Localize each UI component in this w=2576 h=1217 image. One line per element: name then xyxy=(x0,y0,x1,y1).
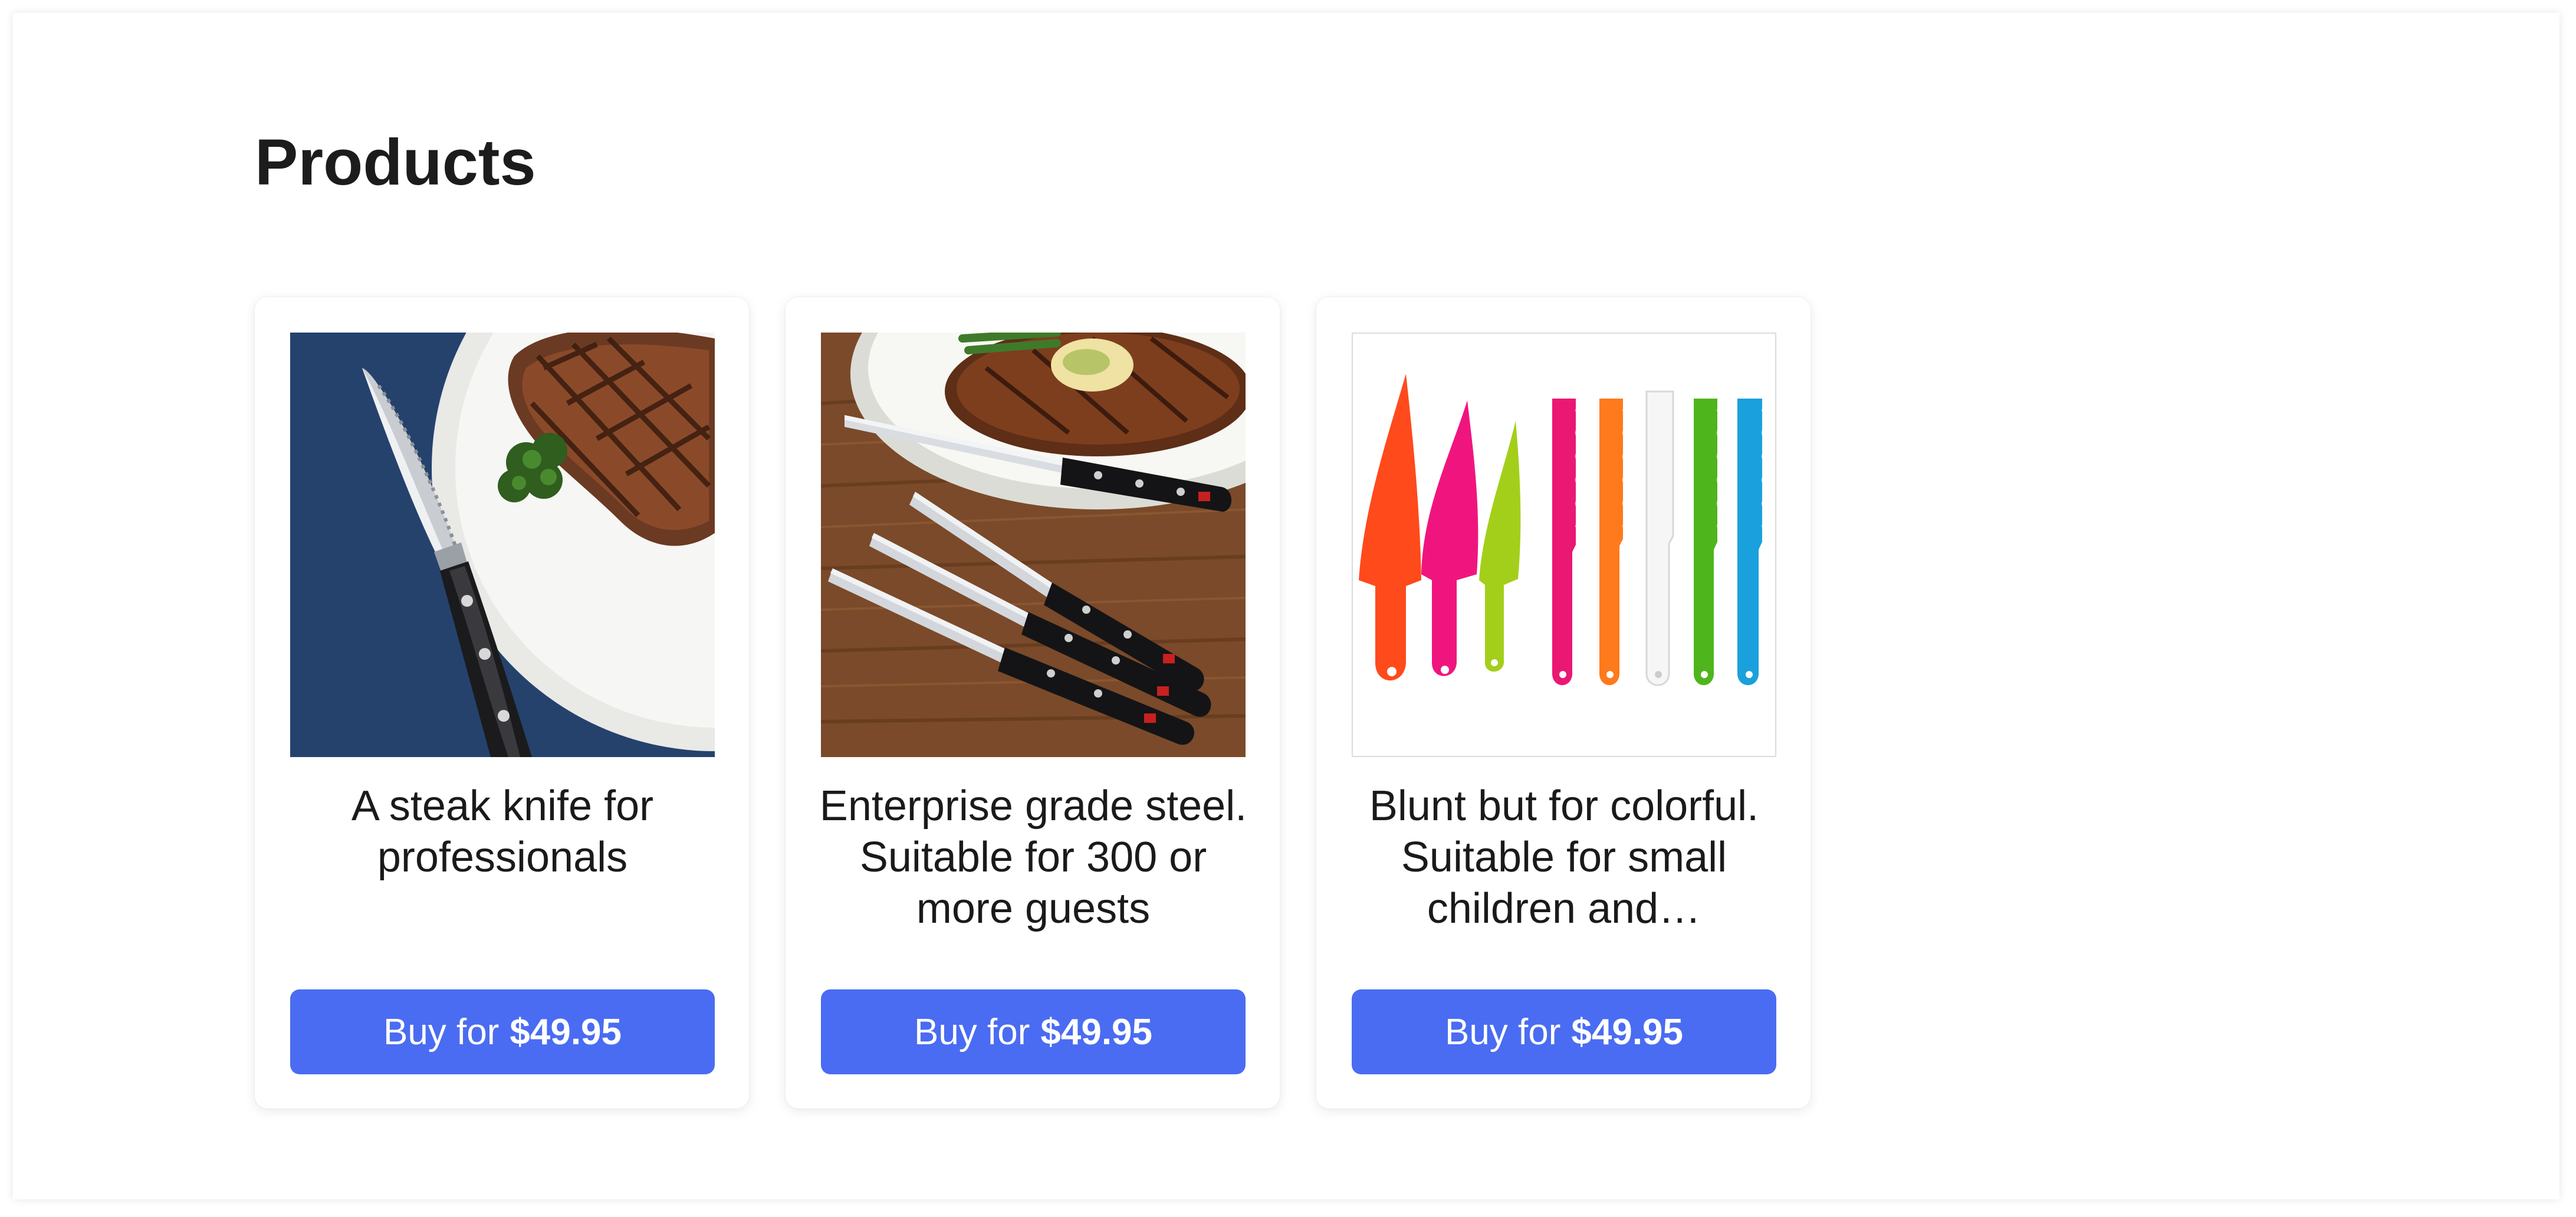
product-description: Blunt but for colorful. Suitable for sma… xyxy=(1369,782,1759,932)
page-title: Products xyxy=(255,126,536,199)
price: $49.95 xyxy=(1040,1011,1153,1052)
product-description: Enterprise grade steel. Suitable for 300… xyxy=(819,782,1247,932)
product-card: Blunt but for colorful. Suitable for sma… xyxy=(1316,297,1811,1109)
product-image xyxy=(1352,333,1776,757)
buy-button-label: Buy for xyxy=(383,1011,500,1052)
product-image xyxy=(821,333,1246,757)
product-image xyxy=(290,333,715,757)
buy-button-label: Buy for xyxy=(1444,1011,1561,1052)
product-card: Enterprise grade steel. Suitable for 300… xyxy=(786,297,1280,1109)
buy-button[interactable]: Buy for $49.95 xyxy=(290,989,715,1074)
price: $49.95 xyxy=(510,1011,622,1052)
buy-button-label: Buy for xyxy=(914,1011,1030,1052)
price: $49.95 xyxy=(1571,1011,1684,1052)
buy-button[interactable]: Buy for $49.95 xyxy=(821,989,1246,1074)
page-frame: Products A steak knife for professionals… xyxy=(13,13,2559,1199)
product-description: A steak knife for professionals xyxy=(351,782,654,881)
buy-button[interactable]: Buy for $49.95 xyxy=(1352,989,1776,1074)
product-card: A steak knife for professionals Buy for … xyxy=(255,297,749,1109)
